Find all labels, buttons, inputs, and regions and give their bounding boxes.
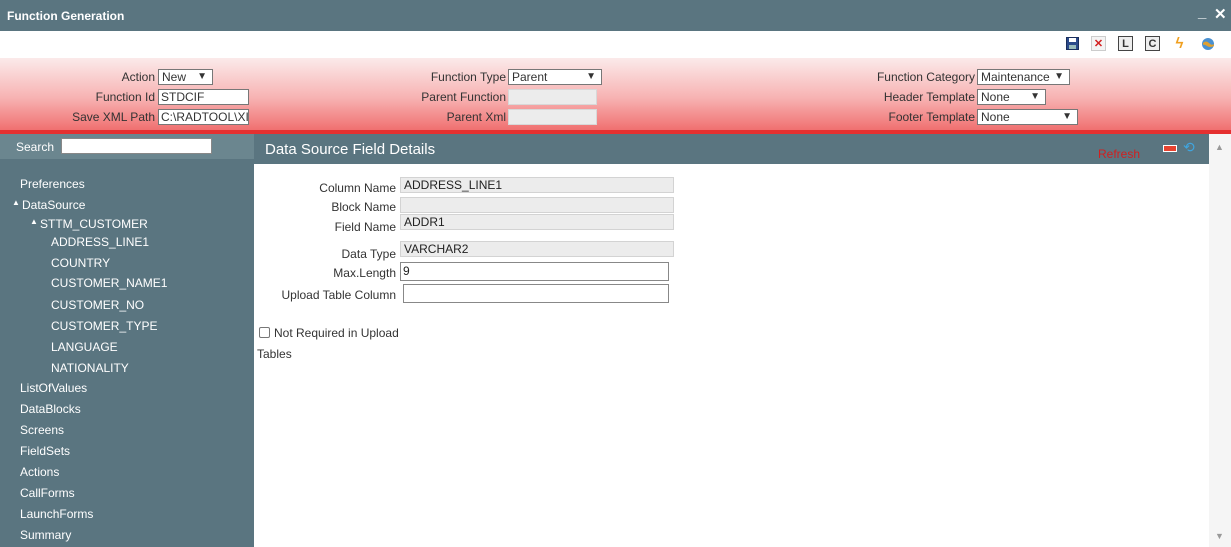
chevron-down-icon: ▼	[1030, 91, 1040, 102]
block-name-label: Block Name	[331, 200, 396, 214]
function-header-form: Action New ▼ Function Id STDCIF Save XML…	[0, 58, 1231, 134]
save-xml-path-input[interactable]: C:\RADTOOL\XI	[158, 109, 249, 125]
action-select[interactable]: New ▼	[158, 69, 213, 85]
globe-icon[interactable]	[1200, 36, 1215, 51]
chevron-down-icon: ▼	[1062, 111, 1072, 122]
sidebar-field-country[interactable]: COUNTRY	[51, 256, 110, 270]
footer-template-label: Footer Template	[888, 110, 976, 124]
save-xml-path-label: Save XML Path	[72, 110, 155, 124]
data-type-label: Data Type	[341, 247, 396, 261]
main-panel: Data Source Field Details Refresh ⟲ ▲ ▼ …	[254, 134, 1231, 547]
function-type-value: Parent	[512, 70, 548, 84]
sidebar-field-language[interactable]: LANGUAGE	[51, 340, 118, 354]
lightning-icon[interactable]: ϟ	[1172, 35, 1187, 52]
refresh-link[interactable]: Refresh	[1098, 147, 1140, 161]
field-name-field: ADDR1	[400, 214, 674, 230]
sidebar-item-listofvalues[interactable]: ListOfValues	[20, 381, 87, 395]
sidebar-item-actions[interactable]: Actions	[20, 465, 59, 479]
sidebar-item-datablocks[interactable]: DataBlocks	[20, 402, 81, 416]
function-category-label: Function Category	[876, 70, 975, 84]
sidebar-item-preferences[interactable]: Preferences	[20, 177, 85, 191]
window-title: Function Generation	[7, 9, 125, 23]
panel-header: Data Source Field Details Refresh ⟲	[254, 134, 1209, 164]
upload-table-column-label: Upload Table Column	[281, 288, 396, 302]
sidebar-field-customer-no[interactable]: CUSTOMER_NO	[51, 298, 144, 312]
l-icon[interactable]: L	[1118, 36, 1133, 51]
header-template-value: None	[981, 90, 1010, 104]
footer-template-select[interactable]: None ▼	[977, 109, 1078, 125]
collapse-icon[interactable]	[1163, 145, 1177, 152]
sidebar-item-screens[interactable]: Screens	[20, 423, 64, 437]
function-category-value: Maintenance	[981, 70, 1050, 84]
function-category-select[interactable]: Maintenance ▼	[977, 69, 1070, 85]
close-button[interactable]: ✕	[1214, 7, 1227, 22]
undo-icon[interactable]: ⟲	[1183, 140, 1197, 154]
search-row: Search	[0, 134, 254, 159]
block-name-field	[400, 197, 674, 213]
delete-icon[interactable]: ✕	[1091, 36, 1106, 51]
function-type-select[interactable]: Parent ▼	[508, 69, 602, 85]
data-type-field: VARCHAR2	[400, 241, 674, 257]
field-name-label: Field Name	[334, 220, 396, 234]
vertical-scrollbar[interactable]: ▲ ▼	[1209, 134, 1231, 547]
sidebar: Search Preferences ▲ DataSource ▲ STTM_C…	[0, 134, 254, 547]
sidebar-item-summary[interactable]: Summary	[20, 528, 71, 542]
sidebar-item-sttm-customer[interactable]: STTM_CUSTOMER	[40, 217, 148, 231]
column-name-field: ADDRESS_LINE1	[400, 177, 674, 193]
parent-xml-label: Parent Xml	[446, 110, 506, 124]
chevron-down-icon: ▼	[586, 71, 596, 82]
minimize-button[interactable]: _	[1198, 5, 1206, 20]
function-id-label: Function Id	[95, 90, 155, 104]
not-required-label: Not Required in Upload	[274, 326, 399, 340]
expand-arrow-icon[interactable]: ▲	[30, 217, 38, 226]
window-titlebar: Function Generation _ ✕	[0, 0, 1231, 31]
parent-xml-input	[508, 109, 597, 125]
header-template-select[interactable]: None ▼	[977, 89, 1046, 105]
max-length-label: Max.Length	[333, 266, 396, 280]
action-value: New	[162, 70, 187, 84]
save-icon[interactable]	[1065, 36, 1080, 51]
function-type-label: Function Type	[430, 70, 506, 84]
header-template-label: Header Template	[883, 90, 975, 104]
parent-function-label: Parent Function	[421, 90, 506, 104]
sidebar-field-customer-type[interactable]: CUSTOMER_TYPE	[51, 319, 157, 333]
function-id-input[interactable]: STDCIF	[158, 89, 249, 105]
scroll-up-icon[interactable]: ▲	[1215, 142, 1224, 152]
sidebar-item-launchforms[interactable]: LaunchForms	[20, 507, 93, 521]
sidebar-item-callforms[interactable]: CallForms	[20, 486, 75, 500]
c-icon[interactable]: C	[1145, 36, 1160, 51]
sidebar-field-address-line1[interactable]: ADDRESS_LINE1	[51, 235, 149, 249]
panel-title: Data Source Field Details	[265, 141, 436, 158]
sidebar-item-fieldsets[interactable]: FieldSets	[20, 444, 70, 458]
upload-table-column-input[interactable]	[403, 284, 669, 303]
sidebar-item-datasource[interactable]: DataSource	[22, 198, 85, 212]
search-input[interactable]	[61, 138, 212, 154]
scroll-down-icon[interactable]: ▼	[1215, 531, 1224, 541]
chevron-down-icon: ▼	[1054, 71, 1064, 82]
action-label: Action	[121, 70, 155, 84]
expand-arrow-icon[interactable]: ▲	[12, 198, 20, 207]
not-required-checkbox[interactable]	[259, 327, 270, 338]
max-length-input[interactable]: 9	[400, 262, 669, 281]
column-name-label: Column Name	[319, 181, 396, 195]
chevron-down-icon: ▼	[197, 71, 207, 82]
footer-template-value: None	[981, 110, 1010, 124]
parent-function-input	[508, 89, 597, 105]
toolbar: ✕ L C ϟ	[0, 31, 1231, 58]
sidebar-field-customer-name1[interactable]: CUSTOMER_NAME1	[51, 276, 167, 290]
sidebar-field-nationality[interactable]: NATIONALITY	[51, 361, 129, 375]
search-label: Search	[16, 140, 55, 154]
not-required-label-cont: Tables	[257, 347, 292, 361]
